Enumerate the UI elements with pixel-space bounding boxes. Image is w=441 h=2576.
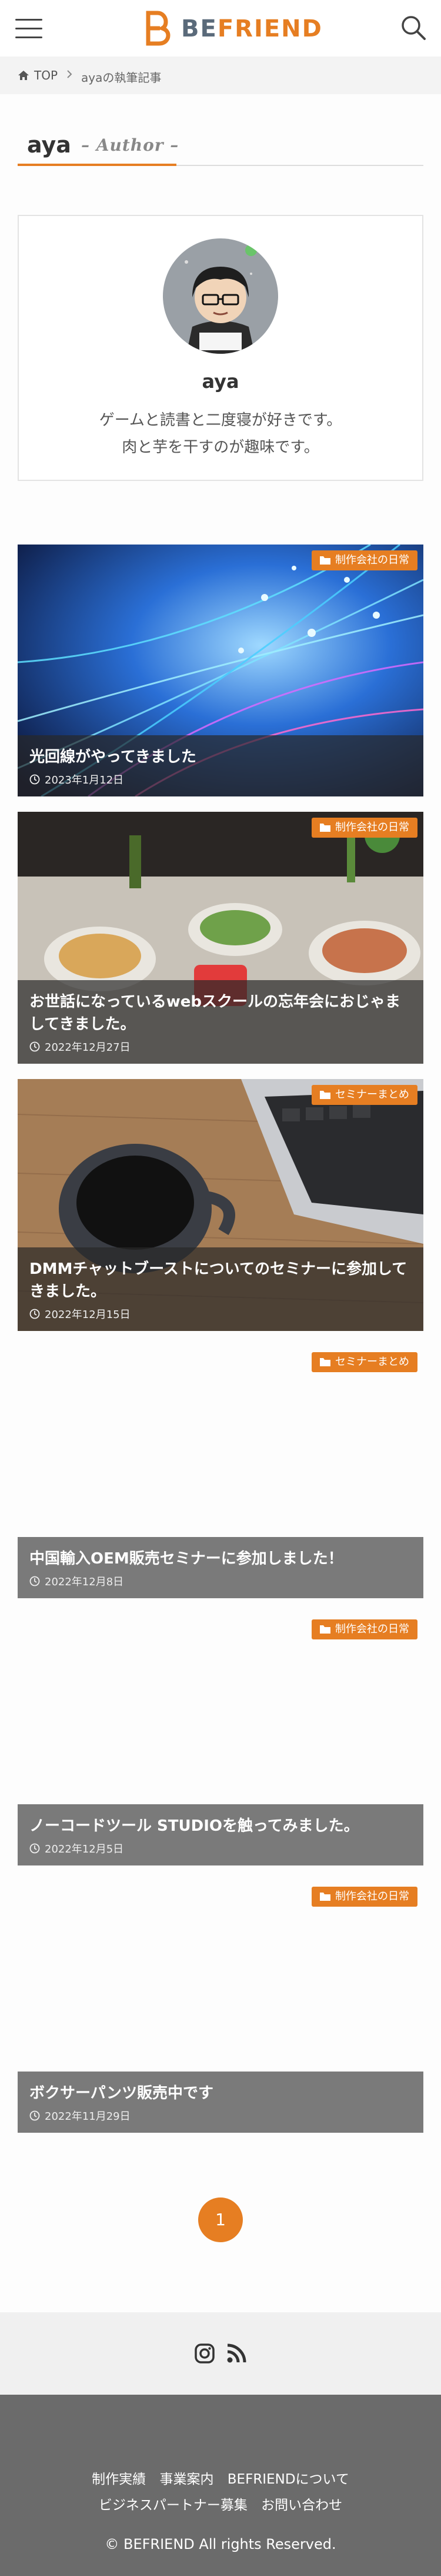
post-category-badge[interactable]: 制作会社の日常: [312, 818, 417, 838]
post-date-text: 2022年12月15日: [45, 1309, 131, 1321]
clock-icon: [29, 1576, 40, 1586]
clock-icon: [29, 1309, 40, 1319]
post-category-label: セミナーまとめ: [335, 1356, 409, 1368]
post-date: 2023年1月12日: [29, 772, 412, 787]
footer-link-about[interactable]: BEFRIENDについて: [228, 2472, 349, 2487]
post-title[interactable]: ノーコードツール STUDIOを触ってみました。: [29, 1815, 412, 1837]
profile-bio-line: 肉と芋を干すのが趣味です。: [122, 439, 319, 456]
post-card[interactable]: 制作会社の日常 ボクサーパンツ販売中です 2022年11月29日: [18, 1881, 423, 2133]
footer-link-works[interactable]: 制作実績: [92, 2472, 146, 2487]
post-date: 2022年12月8日: [29, 1574, 412, 1589]
post-caption: ボクサーパンツ販売中です 2022年11月29日: [18, 2072, 423, 2133]
post-category-label: 制作会社の日常: [335, 1890, 409, 1903]
post-card[interactable]: 制作会社の日常 お世話になっているwebスクールの忘年会におじゃましてきました。…: [18, 812, 423, 1064]
post-title[interactable]: 中国輸入OEM販売セミナーに参加しました！: [29, 1548, 412, 1570]
post-category-label: 制作会社の日常: [335, 554, 409, 566]
clock-icon: [29, 2110, 40, 2121]
post-card[interactable]: セミナーまとめ DMMチャットブーストについてのセミナーに参加してきました。 2…: [18, 1079, 423, 1331]
post-title[interactable]: ボクサーパンツ販売中です: [29, 2082, 412, 2104]
footer-social-bar: [0, 2312, 441, 2395]
author-heading-subtitle: – Author –: [81, 135, 179, 155]
logo-mark-icon: [146, 11, 171, 46]
post-caption: ノーコードツール STUDIOを触ってみました。 2022年12月5日: [18, 1804, 423, 1865]
post-date-text: 2022年11月29日: [45, 2110, 131, 2123]
post-date: 2022年12月27日: [29, 1039, 412, 1054]
post-date: 2022年12月5日: [29, 1841, 412, 1856]
profile-name: aya: [202, 370, 239, 393]
breadcrumb-current: ayaの執筆記事: [81, 71, 162, 85]
post-date-text: 2022年12月8日: [45, 1576, 124, 1588]
site-footer: 制作実績 事業案内 BEFRIENDについて ビジネスパートナー募集 お問い合わ…: [0, 2395, 441, 2576]
post-title[interactable]: お世話になっているwebスクールの忘年会におじゃましてきました。: [29, 991, 412, 1035]
footer-link-services[interactable]: 事業案内: [159, 2472, 213, 2487]
post-category-label: 制作会社の日常: [335, 821, 409, 834]
copyright: © BEFRIEND All rights Reserved.: [105, 2536, 336, 2552]
folder-icon: [320, 824, 330, 832]
post-category-label: セミナーまとめ: [335, 1088, 409, 1101]
clock-icon: [29, 1041, 40, 1052]
post-category-badge[interactable]: 制作会社の日常: [312, 1619, 417, 1639]
author-heading-name: aya: [27, 132, 71, 158]
footer-link-partners[interactable]: ビジネスパートナー募集: [99, 2498, 248, 2513]
post-category-label: 制作会社の日常: [335, 1623, 409, 1635]
post-caption: 光回線がやってきました 2023年1月12日: [18, 735, 423, 796]
post-category-badge[interactable]: 制作会社の日常: [312, 550, 417, 570]
post-caption: お世話になっているwebスクールの忘年会におじゃましてきました。 2022年12…: [18, 980, 423, 1064]
post-caption: DMMチャットブーストについてのセミナーに参加してきました。 2022年12月1…: [18, 1247, 423, 1331]
pagination-current-page[interactable]: 1: [198, 2197, 243, 2242]
post-date-text: 2023年1月12日: [45, 774, 124, 786]
folder-icon: [320, 1358, 330, 1366]
logo-text: BEFRIEND: [181, 15, 323, 42]
breadcrumb-home-link[interactable]: TOP: [18, 68, 58, 82]
post-card[interactable]: 制作会社の日常 光回線がやってきました 2023年1月12日: [18, 545, 423, 796]
breadcrumb: TOP ayaの執筆記事: [0, 57, 441, 94]
post-caption: 中国輸入OEM販売セミナーに参加しました！ 2022年12月8日: [18, 1537, 423, 1598]
site-header: BEFRIEND: [0, 0, 441, 57]
rss-icon[interactable]: [226, 2343, 247, 2366]
instagram-icon[interactable]: [194, 2343, 215, 2366]
folder-icon: [320, 1625, 330, 1634]
footer-link-contact[interactable]: お問い合わせ: [261, 2498, 342, 2513]
author-profile-card: aya ゲームと読書と二度寝が好きです。 肉と芋を干すのが趣味です。: [18, 215, 423, 481]
post-title[interactable]: 光回線がやってきました: [29, 746, 412, 768]
post-date: 2022年12月15日: [29, 1306, 412, 1322]
folder-icon: [320, 556, 330, 565]
breadcrumb-home-label: TOP: [34, 68, 58, 82]
post-date: 2022年11月29日: [29, 2108, 412, 2123]
folder-icon: [320, 1091, 330, 1099]
post-card[interactable]: セミナーまとめ 中国輸入OEM販売セミナーに参加しました！ 2022年12月8日: [18, 1346, 423, 1598]
clock-icon: [29, 1843, 40, 1854]
chevron-right-icon: [66, 67, 74, 84]
footer-nav: 制作実績 事業案内 BEFRIENDについて ビジネスパートナー募集 お問い合わ…: [0, 2467, 441, 2518]
profile-bio-line: ゲームと読書と二度寝が好きです。: [99, 411, 342, 429]
avatar: [163, 238, 278, 354]
post-date-text: 2022年12月5日: [45, 1843, 124, 1855]
post-category-badge[interactable]: セミナーまとめ: [312, 1085, 417, 1105]
hamburger-menu-icon[interactable]: [15, 19, 42, 39]
post-category-badge[interactable]: 制作会社の日常: [312, 1887, 417, 1907]
clock-icon: [29, 774, 40, 785]
search-icon[interactable]: [400, 14, 427, 41]
post-category-badge[interactable]: セミナーまとめ: [312, 1352, 417, 1372]
profile-bio: ゲームと読書と二度寝が好きです。 肉と芋を干すのが趣味です。: [19, 407, 422, 461]
post-date-text: 2022年12月27日: [45, 1041, 131, 1054]
folder-icon: [320, 1893, 330, 1901]
post-title[interactable]: DMMチャットブーストについてのセミナーに参加してきました。: [29, 1258, 412, 1303]
author-heading: aya – Author –: [18, 124, 423, 167]
home-icon: [18, 71, 29, 80]
post-card[interactable]: 制作会社の日常 ノーコードツール STUDIOを触ってみました。 2022年12…: [18, 1614, 423, 1865]
